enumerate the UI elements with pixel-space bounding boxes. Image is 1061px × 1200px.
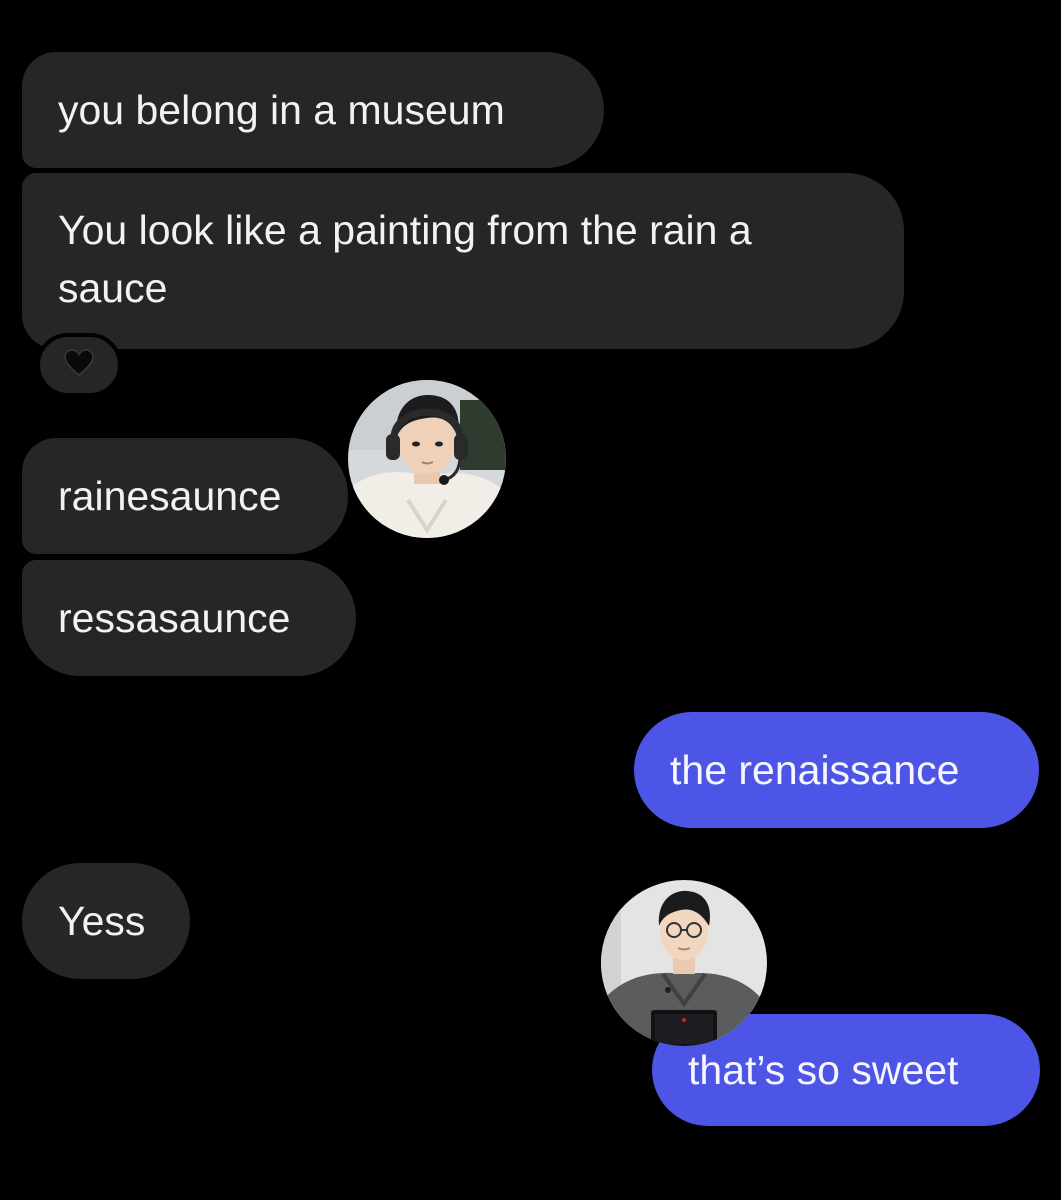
user-avatar-headset[interactable]: [348, 380, 506, 538]
message-text: you belong in a museum: [58, 87, 505, 133]
incoming-message[interactable]: you belong in a museum: [22, 52, 604, 168]
message-text: You look like a painting from the rain a…: [58, 207, 752, 311]
user-avatar-glasses[interactable]: [601, 880, 767, 1046]
message-text: ressasaunce: [58, 595, 291, 641]
message-text: that’s so sweet: [688, 1047, 959, 1093]
message-text: the renaissance: [670, 747, 960, 793]
incoming-message[interactable]: ressasaunce: [22, 560, 356, 676]
outgoing-message[interactable]: the renaissance: [634, 712, 1039, 828]
message-text: rainesaunce: [58, 473, 282, 519]
incoming-message[interactable]: You look like a painting from the rain a…: [22, 173, 904, 349]
chat-thread: you belong in a museum You look like a p…: [0, 0, 1061, 1200]
message-text: Yess: [58, 898, 146, 944]
incoming-message[interactable]: Yess: [22, 863, 190, 979]
black-heart-icon: [64, 348, 94, 382]
message-reaction[interactable]: [36, 333, 122, 397]
incoming-message[interactable]: rainesaunce: [22, 438, 348, 554]
